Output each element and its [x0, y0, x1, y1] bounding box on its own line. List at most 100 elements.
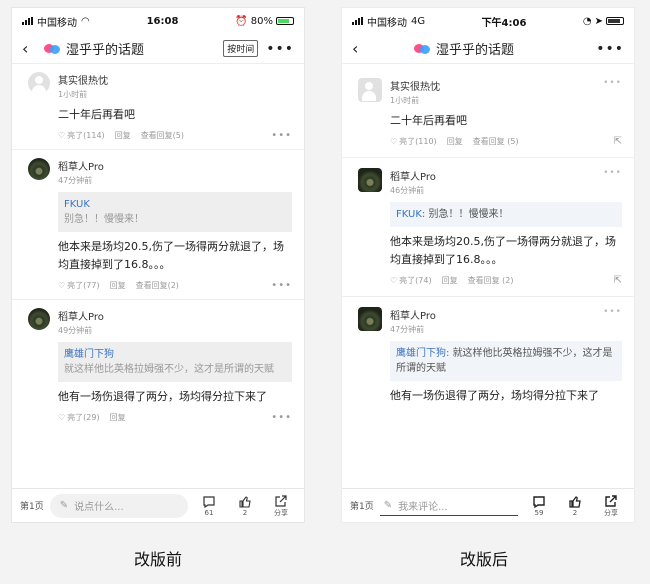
lock-icon: ◔	[582, 15, 592, 27]
page-indicator[interactable]: 第1页	[20, 499, 44, 512]
view-replies-link[interactable]: 查看回复 (2)	[468, 275, 514, 286]
comment-list: 其实很热忱 1小时前 二十年后再看吧 ♡ 亮了(114) 回复 查看回复(5) •…	[12, 64, 304, 431]
edit-icon: ✎	[59, 500, 69, 511]
comment-item: 其实很热忱 1小时前 二十年后再看吧 ♡ 亮了(114) 回复 查看回复(5) •…	[12, 64, 304, 150]
comment-bubble-icon	[203, 495, 215, 508]
comment-item: 稻草人Pro 49分钟前 鹰雄门下狗 就这样他比英格拉姆强不少，这才是所谓的天赋…	[12, 300, 304, 431]
comment-more-icon[interactable]: •••	[271, 412, 292, 423]
comment-more-icon[interactable]: •••	[603, 307, 622, 317]
user-name[interactable]: 稻草人Pro	[58, 158, 104, 173]
back-icon[interactable]: ‹	[352, 39, 374, 58]
quoted-user[interactable]: FKUK:	[396, 209, 425, 220]
nav-bar: ‹ 湿乎乎的话题 按时间 •••	[12, 34, 304, 64]
like-icon: ♡	[58, 281, 66, 290]
battery-icon	[606, 17, 624, 25]
avatar[interactable]	[358, 307, 382, 331]
like-button[interactable]: ♡ 亮了(29)	[58, 412, 100, 423]
comment-time: 47分钟前	[58, 176, 93, 185]
comments-button[interactable]: 59	[524, 495, 554, 517]
comment-text: 二十年后再看吧	[58, 108, 135, 121]
quoted-user[interactable]: FKUK	[64, 197, 286, 212]
more-icon[interactable]: •••	[596, 41, 624, 57]
sort-by-time-button[interactable]: 按时间	[223, 40, 259, 57]
quoted-user[interactable]: 鹰雄门下狗	[64, 347, 286, 362]
avatar[interactable]	[28, 308, 50, 330]
avatar[interactable]	[358, 168, 382, 192]
reply-button[interactable]: 回复	[115, 130, 131, 141]
like-post-button[interactable]: 2	[560, 495, 590, 517]
comment-text: 二十年后再看吧	[390, 114, 467, 127]
comment-item: 稻草人Pro 47分钟前 FKUK 别急！！慢慢来！ 他本来是场均20.5,伤了…	[12, 150, 304, 300]
battery-percent: 80%	[250, 15, 273, 27]
quoted-comment: 鹰雄门下狗: 就这样他比英格拉姆强不少，这才是所谓的天赋	[390, 341, 622, 381]
comment-time: 1小时前	[58, 90, 88, 99]
comment-more-icon[interactable]: •••	[271, 280, 292, 291]
comment-more-icon[interactable]: •••	[603, 78, 622, 88]
reply-button[interactable]: 回复	[110, 412, 126, 423]
comment-more-icon[interactable]: •••	[271, 130, 292, 141]
quoted-comment: FKUK: 别急！！慢慢来！	[390, 202, 622, 227]
share-label: 分享	[604, 508, 618, 517]
comment-count: 61	[204, 508, 214, 517]
view-replies-link[interactable]: 查看回复(2)	[136, 280, 179, 291]
clock: 16:08	[146, 15, 179, 27]
reply-button[interactable]: 回复	[442, 275, 458, 286]
user-name[interactable]: 稻草人Pro	[390, 168, 436, 183]
caption-after: 改版后	[460, 550, 509, 569]
avatar[interactable]	[28, 158, 50, 180]
share-button[interactable]: 分享	[266, 494, 296, 518]
bottom-bar: 第1页 ✎ 我来评论... 59 2 分享	[342, 488, 634, 522]
comment-more-icon[interactable]: •••	[603, 168, 622, 178]
view-replies-link[interactable]: 查看回复 (5)	[473, 136, 519, 147]
comment-time: 46分钟前	[390, 186, 425, 195]
page-title: 湿乎乎的话题	[66, 43, 145, 58]
pen-icon: ✎	[383, 499, 393, 511]
user-name[interactable]: 稻草人Pro	[58, 308, 104, 323]
reply-button[interactable]: 回复	[447, 136, 463, 147]
share-icon[interactable]: ⇱	[614, 275, 622, 286]
avatar[interactable]	[28, 72, 50, 94]
share-button[interactable]: 分享	[596, 494, 626, 518]
comment-bubble-icon	[533, 495, 545, 508]
comment-item: 稻草人Pro 46分钟前 ••• FKUK: 别急！！慢慢来！ 他本来是场均20…	[342, 158, 634, 297]
like-button[interactable]: ♡ 亮了(110)	[390, 136, 437, 147]
after-screen: 中国移动 4G 下午4:06 ◔ ➤ ‹ 湿乎乎的话题 ••• 其实很热忱 1小…	[342, 8, 634, 522]
more-icon[interactable]: •••	[266, 41, 294, 57]
share-label: 分享	[274, 508, 288, 517]
comment-time: 1小时前	[390, 96, 420, 105]
avatar[interactable]	[358, 78, 382, 102]
topic-icon	[414, 43, 430, 55]
like-button[interactable]: ♡ 亮了(114)	[58, 130, 105, 141]
thumbs-up-icon	[569, 495, 581, 508]
quoted-user[interactable]: 鹰雄门下狗:	[396, 348, 449, 359]
user-name[interactable]: 其实很热忱	[390, 78, 440, 93]
before-screen: 中国移动 ◠ 16:08 ⏰ 80% ‹ 湿乎乎的话题 按时间 ••• 其实很热…	[12, 8, 304, 522]
carrier-label: 中国移动	[37, 17, 77, 29]
battery-icon	[275, 17, 294, 25]
comment-input[interactable]: ✎ 说点什么...	[49, 493, 188, 518]
like-button[interactable]: ♡ 亮了(77)	[58, 280, 100, 291]
like-icon: ♡	[390, 137, 398, 146]
caption-before: 改版前	[134, 550, 183, 569]
network-type: 4G	[411, 15, 426, 27]
view-replies-link[interactable]: 查看回复(5)	[141, 130, 184, 141]
comment-text: 他本来是场均20.5,伤了一场得两分就退了，场均直接掉到了16.8。。。	[390, 235, 616, 266]
comment-input[interactable]: ✎ 我来评论...	[379, 496, 518, 516]
user-name[interactable]: 其实很热忱	[58, 72, 108, 87]
back-icon[interactable]: ‹	[22, 39, 44, 58]
like-post-button[interactable]: 2	[230, 495, 260, 517]
comment-count: 59	[534, 508, 544, 517]
user-name[interactable]: 稻草人Pro	[390, 307, 436, 322]
share-icon[interactable]: ⇱	[614, 136, 622, 147]
comment-time: 49分钟前	[58, 326, 93, 335]
bottom-bar: 第1页 ✎ 说点什么... 61 2 分享	[12, 488, 304, 522]
like-button[interactable]: ♡ 亮了(74)	[390, 275, 432, 286]
thumbs-up-icon	[239, 495, 251, 508]
reply-button[interactable]: 回复	[110, 280, 126, 291]
status-bar: 中国移动 4G 下午4:06 ◔ ➤	[342, 8, 634, 34]
signal-icon	[22, 17, 33, 25]
status-bar: 中国移动 ◠ 16:08 ⏰ 80%	[12, 8, 304, 34]
location-icon: ➤	[594, 15, 603, 27]
page-indicator[interactable]: 第1页	[350, 499, 374, 512]
comments-button[interactable]: 61	[194, 495, 224, 517]
